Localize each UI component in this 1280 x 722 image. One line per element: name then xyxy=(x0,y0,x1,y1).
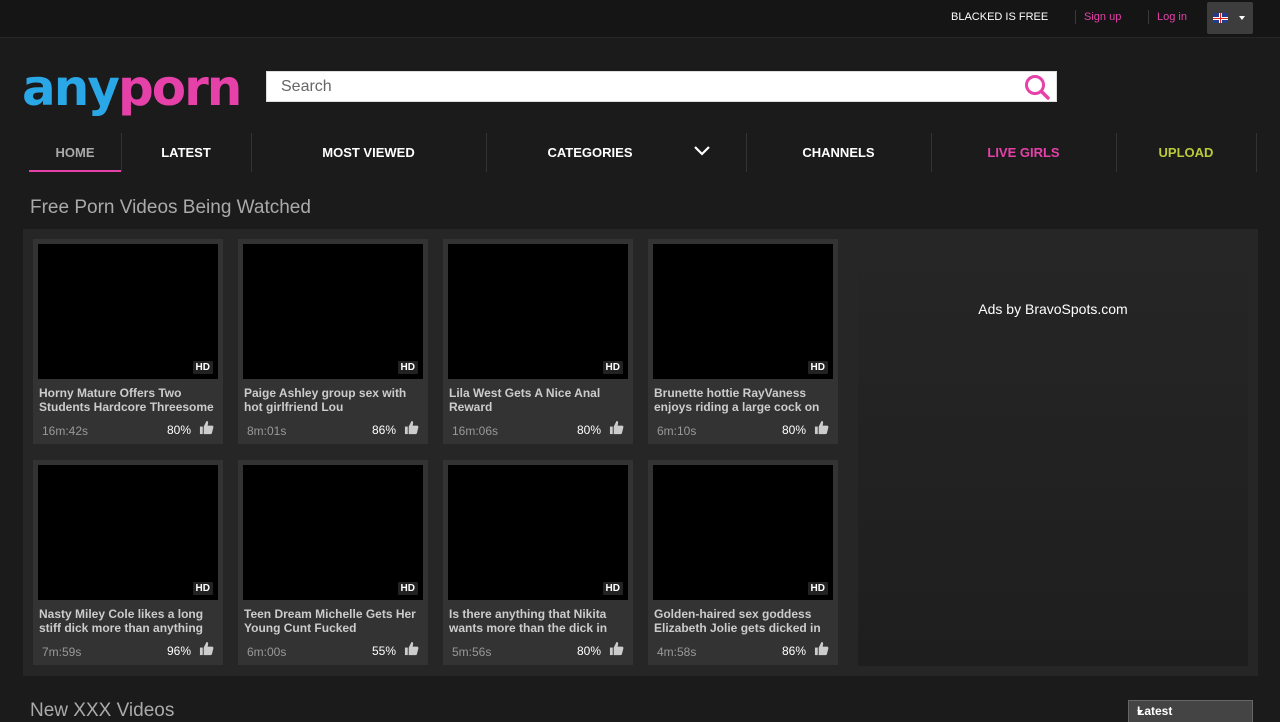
video-card[interactable]: HD Teen Dream Michelle Gets Her Young Cun… xyxy=(238,460,428,665)
nav-upload[interactable]: UPLOAD xyxy=(1116,133,1256,172)
hd-badge: HD xyxy=(807,582,828,595)
thumbs-up-icon xyxy=(814,641,829,656)
video-duration: 7m:59s xyxy=(42,645,82,659)
search-icon[interactable] xyxy=(1024,74,1050,100)
video-title[interactable]: Teen Dream Michelle Gets Her Young Cunt … xyxy=(244,607,424,635)
video-thumbnail[interactable]: HD xyxy=(38,465,218,600)
video-rating: 80% xyxy=(781,423,806,437)
section-title: Free Porn Videos Being Watched xyxy=(30,197,311,218)
video-card[interactable]: HD Horny Mature Offers Two Students Hardc… xyxy=(33,239,223,444)
video-title[interactable]: Lila West Gets A Nice Anal Reward xyxy=(449,386,629,414)
video-duration: 4m:58s xyxy=(657,645,697,659)
video-title[interactable]: Brunette hottie RayVaness enjoys riding … xyxy=(654,386,834,414)
video-thumbnail[interactable]: HD xyxy=(653,244,833,379)
logo-porn: porn xyxy=(117,59,242,117)
search-input[interactable] xyxy=(267,72,1017,101)
thumbs-up-icon xyxy=(609,641,624,656)
chevron-down-icon[interactable] xyxy=(693,145,711,157)
videos-panel: HD Horny Mature Offers Two Students Hardc… xyxy=(23,229,1258,676)
logo-any: any xyxy=(22,59,120,117)
video-rating: 86% xyxy=(371,423,396,437)
nav-most-viewed[interactable]: MOST VIEWED xyxy=(251,133,486,172)
divider xyxy=(1075,10,1076,24)
hd-badge: HD xyxy=(192,361,213,374)
video-title[interactable]: Is there anything that Nikita wants more… xyxy=(449,607,629,635)
thumbs-up-icon xyxy=(199,641,214,656)
video-card[interactable]: HD Golden-haired sex goddess Elizabeth Jo… xyxy=(648,460,838,665)
hd-badge: HD xyxy=(602,582,623,595)
section-title-new: New XXX Videos xyxy=(30,700,175,721)
thumbs-up-icon xyxy=(404,420,419,435)
caret-down-icon xyxy=(1239,16,1245,20)
video-card[interactable]: HD Paige Ashley group sex with hot girlfr… xyxy=(238,239,428,444)
top-bar: BLACKED IS FREE Sign up Log in xyxy=(0,0,1280,38)
video-thumbnail[interactable]: HD xyxy=(448,465,628,600)
video-card[interactable]: HD Lila West Gets A Nice Anal Reward 16m:0… xyxy=(443,239,633,444)
thumbs-up-icon xyxy=(199,420,214,435)
divider xyxy=(1148,10,1149,24)
video-duration: 6m:10s xyxy=(657,424,697,438)
video-card[interactable]: HD Brunette hottie RayVaness enjoys ridin… xyxy=(648,239,838,444)
ad-block[interactable]: Ads by BravoSpots.com xyxy=(858,239,1248,666)
video-duration: 16m:06s xyxy=(452,424,499,438)
hd-badge: HD xyxy=(807,361,828,374)
nav-channels[interactable]: CHANNELS xyxy=(746,133,931,172)
hd-badge: HD xyxy=(602,361,623,374)
video-title[interactable]: Nasty Miley Cole likes a long stiff dick… xyxy=(39,607,219,635)
video-card[interactable]: HD Is there anything that Nikita wants mo… xyxy=(443,460,633,665)
video-rating: 80% xyxy=(166,423,191,437)
nav-divider xyxy=(1256,133,1257,172)
nav-categories[interactable]: CATEGORIES xyxy=(486,133,694,172)
video-title[interactable]: Paige Ashley group sex with hot girlfrie… xyxy=(244,386,424,414)
video-rating: 80% xyxy=(576,423,601,437)
video-duration: 6m:00s xyxy=(247,645,287,659)
login-link[interactable]: Log in xyxy=(1157,11,1187,23)
nav-live-girls[interactable]: LIVE GIRLS xyxy=(931,133,1116,172)
nav-latest[interactable]: LATEST xyxy=(121,133,251,172)
thumbs-up-icon xyxy=(609,420,624,435)
main-nav: HOME LATEST MOST VIEWED CATEGORIES CHANN… xyxy=(23,133,1258,172)
video-title[interactable]: Horny Mature Offers Two Students Hardcor… xyxy=(39,386,219,414)
video-rating: 86% xyxy=(781,644,806,658)
video-thumbnail[interactable]: HD xyxy=(653,465,833,600)
video-thumbnail[interactable]: HD xyxy=(243,244,423,379)
language-selector[interactable] xyxy=(1207,2,1253,34)
video-rating: 55% xyxy=(371,644,396,658)
video-card[interactable]: HD Nasty Miley Cole likes a long stiff di… xyxy=(33,460,223,665)
promo-link[interactable]: BLACKED IS FREE xyxy=(951,11,1048,23)
video-title[interactable]: Golden-haired sex goddess Elizabeth Joli… xyxy=(654,607,834,635)
video-thumbnail[interactable]: HD xyxy=(38,244,218,379)
video-duration: 5m:56s xyxy=(452,645,492,659)
nav-home[interactable]: HOME xyxy=(29,133,121,172)
thumbs-up-icon xyxy=(814,420,829,435)
video-thumbnail[interactable]: HD xyxy=(243,465,423,600)
search-bar xyxy=(266,71,1057,102)
hd-badge: HD xyxy=(192,582,213,595)
signup-link[interactable]: Sign up xyxy=(1084,11,1121,23)
video-rating: 80% xyxy=(576,644,601,658)
hd-badge: HD xyxy=(397,361,418,374)
sort-select[interactable]: Latest xyxy=(1128,700,1253,722)
site-logo[interactable]: anyporn xyxy=(22,58,242,122)
caret-down-icon xyxy=(1137,710,1143,714)
video-rating: 96% xyxy=(166,644,191,658)
video-duration: 8m:01s xyxy=(247,424,287,438)
thumbs-up-icon xyxy=(404,641,419,656)
uk-flag-icon xyxy=(1213,13,1228,23)
video-duration: 16m:42s xyxy=(42,424,89,438)
ad-text: Ads by BravoSpots.com xyxy=(978,301,1128,317)
hd-badge: HD xyxy=(397,582,418,595)
video-thumbnail[interactable]: HD xyxy=(448,244,628,379)
